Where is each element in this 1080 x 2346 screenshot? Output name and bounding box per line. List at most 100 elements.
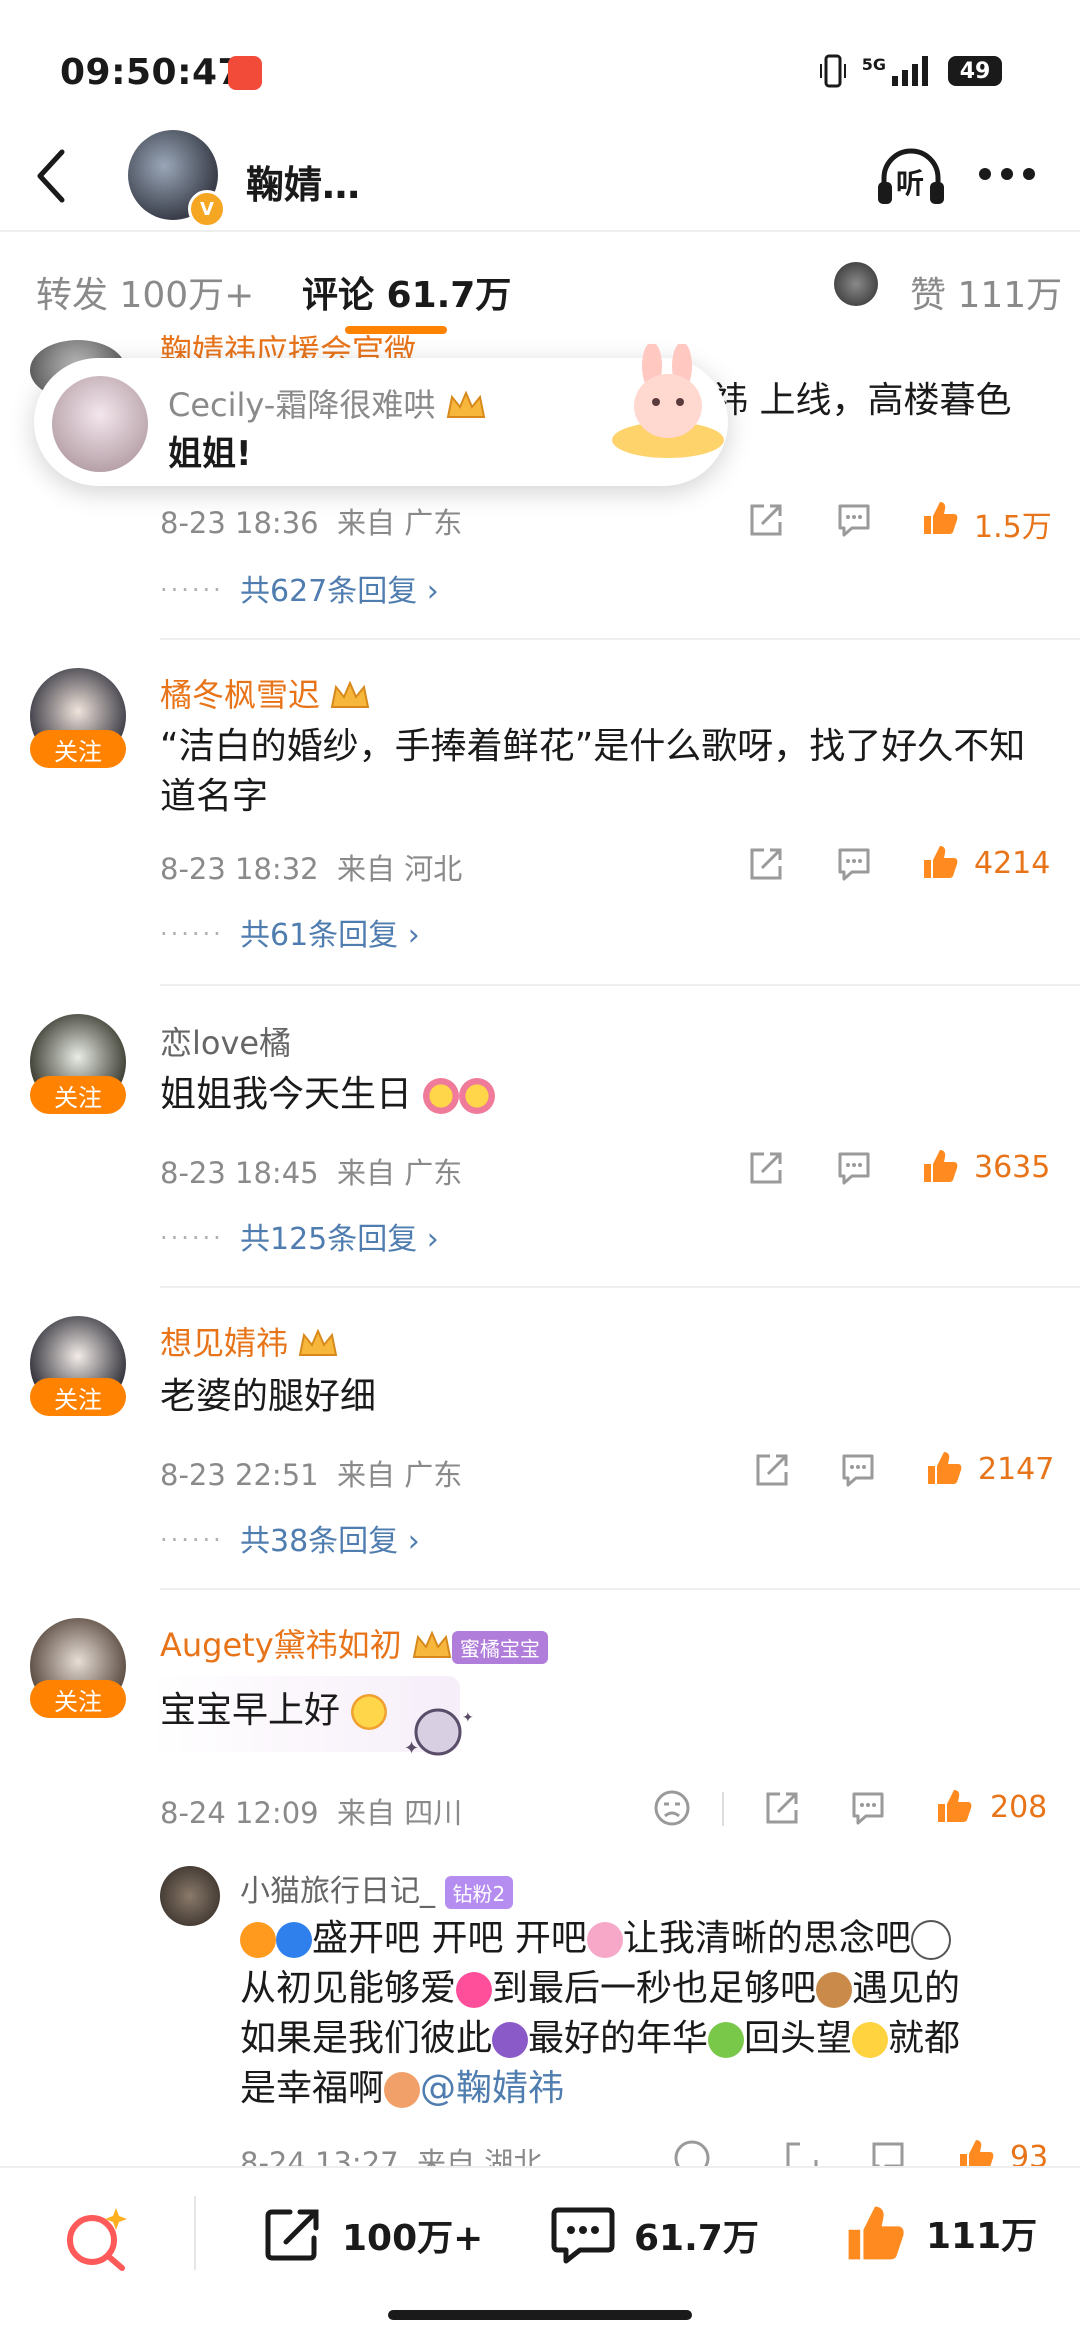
comment-divider [160, 1588, 1080, 1590]
comment-date: 8-23 18:32 来自 河北 [160, 852, 463, 886]
comment-icon[interactable] [838, 1450, 878, 1490]
comment-icon[interactable] [834, 1148, 874, 1188]
signal-icon [892, 56, 928, 86]
dots-separator: ······ [160, 576, 224, 604]
like-count: 4214 [974, 846, 1051, 881]
fan-badge: 蜜橘宝宝 [451, 1630, 548, 1664]
reply-text: 盛开吧 开吧 开吧 让我清晰的思念吧 从初见能够爱 到最后一秒也足够吧 遇见的 如果是… [240, 1918, 961, 2109]
comment-icon[interactable] [834, 844, 874, 884]
network-label: 5G [861, 54, 886, 74]
comment-date: 8-23 18:36 来自 广东 [160, 506, 463, 540]
tab-comment[interactable]: 评论 61.7万 [302, 266, 511, 318]
comment-date: 8-23 22:51 来自 广东 [160, 1458, 463, 1492]
ai-search-icon[interactable] [62, 2206, 132, 2272]
follow-button[interactable]: 关注 [30, 1680, 126, 1718]
toast-text: 姐姐! [168, 434, 252, 474]
dots-separator: ······ [160, 920, 224, 948]
share-icon[interactable] [746, 844, 786, 884]
like-icon[interactable] [920, 498, 960, 538]
toast-avatar [52, 376, 148, 472]
battery-indicator: 49 [948, 56, 1002, 86]
follow-button[interactable]: 关注 [30, 1378, 126, 1416]
dislike-face-icon[interactable] [672, 2138, 712, 2166]
back-icon[interactable] [34, 148, 68, 204]
comment-divider [160, 1286, 1080, 1288]
bunny-sticker-icon [612, 344, 724, 458]
comment-divider [160, 984, 1080, 986]
view-replies-link[interactable]: 共38条回复 › [240, 1516, 420, 1560]
view-replies-link[interactable]: 共627条回复 › [240, 566, 439, 610]
reply-meta-clip: 8-24 13:27 来自 湖北 93 [0, 2132, 1080, 2166]
diamond-fan-badge: 钻粉2 [444, 1876, 514, 1909]
commenter-name[interactable]: Augety黛祎如初 蜜橘宝宝 [160, 1620, 548, 1666]
comment-count: 61.7万 [634, 2218, 759, 2259]
comment-text: 宝宝早上好 [160, 1686, 388, 1736]
svg-text:✦: ✦ [462, 1710, 474, 1726]
crystal-ball-sticker-icon: ✦✦ [404, 1708, 474, 1759]
leaf-emoji-icon [708, 2022, 745, 2058]
comment-icon[interactable] [868, 2138, 908, 2166]
comment-button[interactable]: 61.7万 [550, 2204, 759, 2266]
like-count: 1.5万 [974, 510, 1052, 545]
author-name[interactable]: 鞠婧… [246, 154, 360, 209]
blossom-emoji-icon [586, 1922, 623, 1958]
repost-button[interactable]: 100万+ [262, 2204, 483, 2266]
flower-emoji-icon [423, 1078, 460, 1114]
share-icon[interactable] [762, 1788, 802, 1828]
mention-link[interactable]: @鞠婧祎 [420, 2068, 564, 2109]
like-icon[interactable] [924, 1448, 964, 1488]
tab-like[interactable]: 赞 111万 [910, 266, 1062, 318]
view-replies-link[interactable]: 共61条回复 › [240, 910, 420, 954]
crown-icon [446, 390, 485, 418]
like-button[interactable]: 111万 [842, 2200, 1037, 2266]
comment-divider [160, 638, 1080, 640]
share-icon[interactable] [752, 1450, 792, 1490]
comment-text: 姐姐我今天生日 [160, 1070, 496, 1120]
comment-icon[interactable] [834, 500, 874, 540]
listen-label: 听 [896, 167, 925, 200]
reply-avatar[interactable] [160, 1866, 220, 1926]
orange-emoji-icon [240, 1922, 276, 1958]
home-indicator[interactable] [388, 2310, 692, 2320]
crown-icon [412, 1630, 452, 1658]
commenter-name[interactable]: 想见婧祎 [160, 1318, 338, 1364]
couple-emoji-icon [492, 2022, 529, 2058]
share-icon[interactable] [782, 2138, 822, 2166]
pink-heart-emoji-icon [456, 1972, 493, 2008]
blue-heart-emoji-icon [276, 1922, 312, 1958]
status-time: 09:50:47 [60, 52, 244, 93]
bottom-separator [194, 2196, 196, 2270]
like-icon[interactable] [934, 1786, 974, 1826]
like-count: 3635 [974, 1150, 1051, 1185]
comment-text: 祎 上线，高楼暮色 [712, 380, 1012, 421]
like-icon[interactable] [920, 1146, 960, 1186]
share-icon[interactable] [746, 500, 786, 540]
reply-name[interactable]: 小猫旅行日记_ 钻粉2 [240, 1866, 514, 1910]
like-count: 2147 [978, 1452, 1055, 1487]
commenter-name[interactable]: 恋love橘 [160, 1018, 291, 1064]
share-icon[interactable] [746, 1148, 786, 1188]
action-separator [722, 1792, 724, 1826]
dizzy-emoji-icon [852, 2022, 889, 2058]
tab-repost[interactable]: 转发 100万+ [36, 266, 254, 318]
view-replies-link[interactable]: 共125条回复 › [240, 1214, 439, 1258]
repost-count: 100万+ [342, 2218, 484, 2259]
follow-button[interactable]: 关注 [30, 730, 126, 768]
like-icon[interactable] [956, 2136, 996, 2166]
clock-emoji-icon [816, 1972, 853, 2008]
comment-icon[interactable] [848, 1788, 888, 1828]
header-divider [0, 230, 1080, 232]
smile-emoji-icon [351, 1694, 388, 1730]
comment-bubble-icon [551, 2207, 615, 2264]
more-icon[interactable] [978, 166, 1036, 182]
thought-bubble-emoji-icon [910, 1920, 951, 1960]
like-count-total: 111万 [926, 2216, 1038, 2257]
reply-date: 8-24 13:27 来自 湖北 [240, 2146, 543, 2166]
like-icon[interactable] [920, 842, 960, 882]
follow-button[interactable]: 关注 [30, 1076, 126, 1114]
toast-name: Cecily-霜降很难哄 [168, 380, 486, 426]
listen-button[interactable]: 听 [876, 146, 946, 208]
verified-v-icon: V [188, 190, 226, 228]
commenter-name[interactable]: 橘冬枫雪迟 [160, 670, 370, 716]
dislike-face-icon[interactable] [652, 1788, 692, 1828]
